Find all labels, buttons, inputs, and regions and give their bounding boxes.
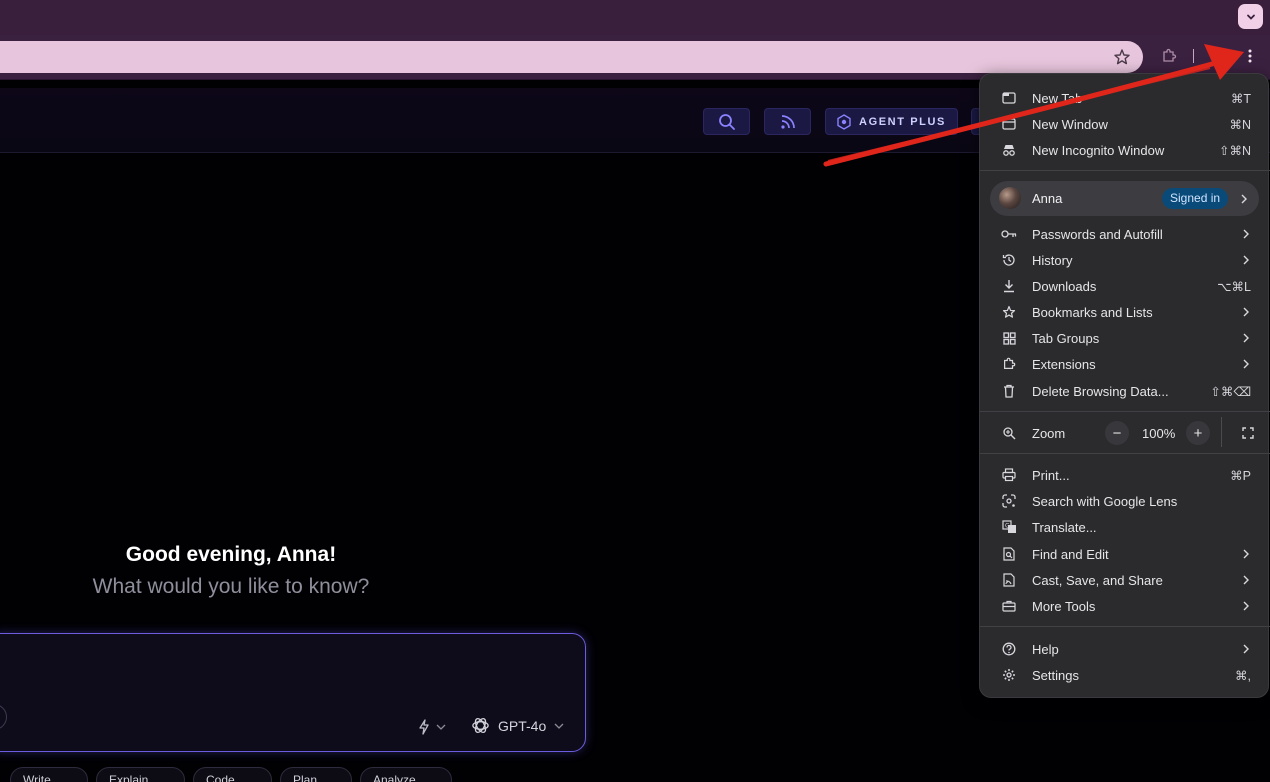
extensions-toolbar-button[interactable] (1158, 45, 1180, 67)
avatar (999, 187, 1021, 209)
suggestion-chips: Write Explain Code Plan Analyze (0, 767, 600, 782)
menu-divider (980, 170, 1270, 171)
toolbar-divider (1193, 49, 1194, 63)
incognito-icon (1001, 142, 1017, 158)
menu-item-new-window[interactable]: New Window ⌘N (980, 111, 1270, 137)
new-window-icon (1001, 116, 1017, 132)
find-icon (1001, 546, 1017, 562)
chevron-right-icon (1241, 194, 1247, 204)
toolbox-icon (1001, 598, 1017, 614)
tab-groups-icon (1001, 330, 1017, 346)
browser-menu-button[interactable] (1238, 44, 1262, 68)
menu-item-history[interactable]: History (980, 247, 1270, 273)
more-vertical-icon (1248, 49, 1252, 63)
browser-menu: New Tab ⌘T New Window ⌘N New Incognito W… (979, 73, 1270, 698)
zoom-out-button[interactable]: − (1105, 421, 1129, 445)
menu-item-translate[interactable]: G Translate... (980, 514, 1270, 540)
zoom-level: 100% (1142, 426, 1176, 441)
menu-item-print[interactable]: Print... ⌘P (980, 462, 1270, 488)
chevron-down-icon (554, 723, 564, 729)
greeting-title: Good evening, Anna! (125, 543, 337, 566)
chevron-right-icon (1243, 359, 1249, 369)
trash-icon (1001, 383, 1017, 399)
search-button[interactable] (703, 108, 750, 135)
openai-icon (472, 717, 489, 734)
menu-divider (980, 453, 1270, 454)
agent-plus-label: AGENT PLUS (859, 115, 946, 128)
model-label: GPT-4o (498, 717, 547, 734)
chevron-right-icon (1243, 333, 1249, 343)
gear-icon (1001, 667, 1017, 683)
rss-icon (780, 114, 795, 129)
chip-plan[interactable]: Plan (280, 767, 352, 782)
menu-item-new-tab[interactable]: New Tab ⌘T (980, 85, 1270, 111)
fullscreen-icon (1242, 427, 1254, 439)
status-badge: Signed in (1162, 188, 1229, 209)
menu-item-more-tools[interactable]: More Tools (980, 593, 1270, 619)
lens-icon (1001, 493, 1017, 509)
feed-button[interactable] (764, 108, 811, 135)
menu-item-downloads[interactable]: Downloads ⌥⌘L (980, 273, 1270, 299)
zoom-icon (1001, 425, 1017, 441)
menu-divider (980, 626, 1270, 627)
history-icon (1001, 252, 1017, 268)
attach-button[interactable] (0, 704, 7, 730)
chip-write[interactable]: Write (10, 767, 88, 782)
agent-plus-icon (837, 113, 851, 130)
menu-item-new-incognito-window[interactable]: New Incognito Window ⇧⌘N (980, 137, 1270, 163)
greeting-subtitle: What would you like to know? (92, 575, 370, 598)
chevron-down-icon (1246, 14, 1255, 20)
extension-icon (1163, 48, 1177, 62)
menu-item-settings[interactable]: Settings ⌘, (980, 662, 1270, 688)
menu-item-help[interactable]: Help (980, 636, 1270, 662)
chevron-right-icon (1243, 307, 1249, 317)
bookmark-star-icon[interactable] (1113, 48, 1131, 66)
agent-plus-button[interactable]: AGENT PLUS (825, 108, 958, 135)
menu-divider (980, 411, 1270, 412)
fullscreen-button[interactable] (1240, 425, 1256, 441)
chevron-right-icon (1243, 229, 1249, 239)
new-tab-icon (1001, 90, 1017, 106)
lightning-icon (419, 719, 429, 735)
key-icon (1001, 226, 1017, 242)
menu-item-cast-save-share[interactable]: Cast, Save, and Share (980, 567, 1270, 593)
model-selector[interactable]: GPT-4o (471, 716, 572, 735)
svg-text:G: G (1005, 523, 1010, 530)
profile-name: Anna (1032, 191, 1063, 206)
zoom-divider (1221, 417, 1222, 447)
translate-icon: G (1001, 519, 1017, 535)
menu-item-delete-browsing-data[interactable]: Delete Browsing Data... ⇧⌘⌫ (980, 378, 1270, 404)
star-icon (1001, 304, 1017, 320)
chevron-right-icon (1243, 575, 1249, 585)
chip-analyze[interactable]: Analyze (360, 767, 452, 782)
zoom-in-button[interactable]: + (1186, 421, 1210, 445)
chevron-down-icon (436, 724, 446, 730)
chevron-right-icon (1243, 549, 1249, 559)
profile-item[interactable]: Anna Signed in (990, 181, 1259, 216)
menu-item-google-lens[interactable]: Search with Google Lens (980, 488, 1270, 514)
address-bar[interactable] (0, 41, 1143, 73)
menu-item-zoom: Zoom − 100% + (980, 417, 1270, 447)
print-icon (1001, 467, 1017, 483)
menu-item-bookmarks[interactable]: Bookmarks and Lists (980, 299, 1270, 325)
search-icon (718, 113, 735, 130)
prompt-input-box[interactable]: GPT-4o (0, 633, 586, 752)
cast-icon (1001, 572, 1017, 588)
chevron-right-icon (1243, 601, 1249, 611)
tab-search-button[interactable] (1238, 4, 1263, 29)
extension-icon (1001, 356, 1017, 372)
help-icon (1001, 641, 1017, 657)
tab-strip (0, 0, 1270, 35)
menu-item-find-and-edit[interactable]: Find and Edit (980, 541, 1270, 567)
chip-code[interactable]: Code (193, 767, 272, 782)
menu-item-passwords[interactable]: Passwords and Autofill (980, 221, 1270, 247)
chevron-right-icon (1243, 255, 1249, 265)
speed-mode-selector[interactable] (417, 719, 447, 735)
download-icon (1001, 278, 1017, 294)
chevron-right-icon (1243, 644, 1249, 654)
menu-item-tab-groups[interactable]: Tab Groups (980, 325, 1270, 351)
chip-explain[interactable]: Explain (96, 767, 185, 782)
menu-item-extensions[interactable]: Extensions (980, 351, 1270, 377)
